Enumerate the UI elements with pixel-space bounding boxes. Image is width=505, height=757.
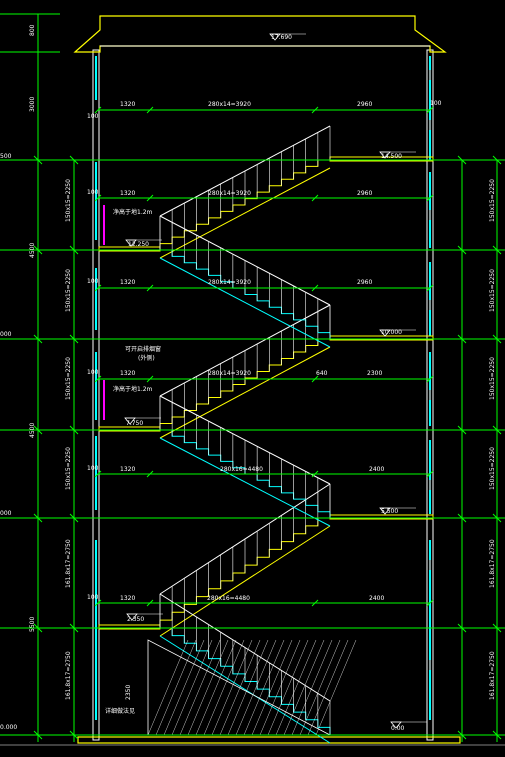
h-dim-left: 1320 (120, 370, 135, 377)
h-dim-mid: 280x16=4480 (207, 595, 250, 602)
floor-elevation-label: 2.350 (127, 616, 144, 623)
h-dim-right: 2960 (357, 279, 372, 286)
left-story-dim: 4500 (29, 423, 36, 438)
right-window (429, 352, 431, 426)
floor-elevation-label: 7.750 (126, 420, 143, 427)
hatch-line (291, 639, 333, 736)
left-story-dim: 800 (29, 24, 36, 36)
left-window (95, 352, 97, 420)
h-dim-mid: 280x14=3920 (208, 370, 251, 377)
floor-elevation-label: 12.250 (128, 241, 149, 248)
building-structure (0, 15, 505, 746)
small-dim: 100 (87, 369, 99, 376)
left-window (95, 56, 97, 100)
h-dim-right: 2400 (369, 595, 384, 602)
right-flight-dim: 150x15=2250 (489, 357, 496, 400)
window-sill-mark (103, 380, 105, 420)
h-dim-mid: 280x14=3920 (208, 101, 251, 108)
right-flight-dim: 161.8x17=2750 (489, 539, 496, 588)
note-window-sill: 净高于地1.2m (113, 385, 153, 393)
h-dim-mid: 280x14=3920 (208, 190, 251, 197)
right-flight-dim: 150x15=2250 (489, 179, 496, 222)
h-dim-left: 1320 (120, 279, 135, 286)
small-dim: 100 (87, 594, 99, 601)
right-flight-dim: 161.8x17=2750 (489, 651, 496, 700)
floor-elevation-label: 14.500 (381, 153, 402, 160)
left-flight-dim: 150x15=2250 (65, 357, 72, 400)
left-flight-dim: 150x15=2250 (65, 447, 72, 490)
left-story-dim: 3000 (29, 97, 36, 112)
hatch-line (243, 639, 285, 736)
stair-flights (124, 33, 427, 744)
hatch-line (171, 639, 213, 736)
dim-2350: 2350 (125, 685, 132, 700)
hatch-line (187, 639, 229, 736)
left-story-dim: 5500 (29, 617, 36, 632)
hatch-boundary (147, 639, 331, 736)
h-dim-left: 1320 (120, 595, 135, 602)
left-window (95, 436, 97, 510)
small-dim: 100 (430, 100, 442, 107)
hatch-line (211, 639, 253, 736)
floor-elevation-label: 5.500 (381, 508, 398, 515)
hatched-fill (147, 639, 357, 736)
h-dim-right: 2960 (357, 101, 372, 108)
left-flight-dim: 150x15=2250 (65, 179, 72, 222)
h-dim-mid: 280x16=4480 (220, 466, 263, 473)
right-window (429, 262, 431, 336)
h-dim-left: 1320 (120, 190, 135, 197)
small-dim: 100 (87, 113, 99, 120)
roof-outline (73, 15, 447, 53)
hatch-line (275, 639, 317, 736)
note-smoke-vent: 可开启排烟窗 (125, 345, 161, 353)
h-dim-left: 1320 (120, 101, 135, 108)
small-dim: 100 (87, 189, 99, 196)
stair-section-drawing: 17.690 14.500 12.250 10.000 7.750 5.500 … (0, 13, 505, 746)
h-dim-mid: 280x14=3920 (208, 279, 251, 286)
left-window (95, 540, 97, 720)
hatch-line (227, 639, 269, 736)
hatch-line (219, 639, 261, 736)
left-level-label: 0.000 (0, 724, 17, 731)
hatch-line (307, 639, 349, 736)
h-dim-right2: 640 (316, 370, 328, 377)
h-dim-right: 2960 (357, 190, 372, 197)
roof-elevation-label: 17.690 (271, 34, 292, 41)
hatch-line (163, 639, 205, 736)
left-level-label: 000 (0, 331, 12, 338)
left-flight-dim: 161.8x17=2750 (65, 651, 72, 700)
ground-slab (77, 736, 461, 744)
floor-elevation-label: 0.00 (391, 725, 405, 732)
hatch-line (251, 639, 293, 736)
small-dim: 100 (87, 278, 99, 285)
note-window-sill: 净高于地1.2m (113, 208, 153, 216)
window-sill-mark (103, 205, 105, 245)
note-ground: 详细做法见 (105, 707, 135, 715)
hatch-line (195, 639, 237, 736)
right-window (429, 440, 431, 514)
right-flight-dim: 150x15=2250 (489, 447, 496, 490)
left-level-label: 500 (0, 153, 12, 160)
left-flight-dim: 161.8x17=2750 (65, 539, 72, 588)
floor-elevation-label: 10.000 (381, 329, 402, 336)
hatch-line (203, 639, 245, 736)
hatch-line (315, 639, 357, 736)
left-flight-dim: 150x15=2250 (65, 269, 72, 312)
right-flight-dim: 150x15=2250 (489, 269, 496, 312)
hatch-line (147, 639, 189, 736)
h-dim-right: 2400 (369, 466, 384, 473)
hatch-line (179, 639, 221, 736)
left-level-label: 000 (0, 510, 12, 517)
h-dim-right: 2300 (367, 370, 382, 377)
h-dim-left: 1320 (120, 466, 135, 473)
small-dim: 100 (87, 465, 99, 472)
left-story-dim: 4500 (29, 243, 36, 258)
note-smoke-vent-sub: (外侧) (138, 354, 155, 362)
